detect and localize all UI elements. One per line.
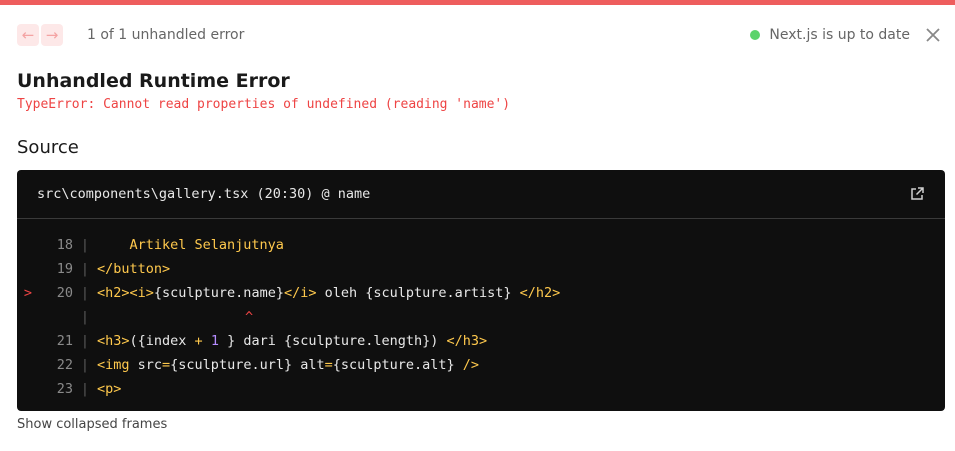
code-text: } dari {sculpture.length}) — [218, 333, 447, 349]
external-link-icon — [911, 187, 924, 200]
next-error-button[interactable]: → — [41, 24, 63, 46]
code-line: 22 | <img src = {sculpture.url} alt = {sculp… — [17, 353, 945, 377]
close-icon — [926, 28, 940, 42]
code-text: <h3> — [97, 333, 130, 349]
line-number: 23 — [56, 381, 73, 397]
open-in-editor-button[interactable] — [909, 186, 925, 202]
overlay-header: ← → 1 of 1 unhandled error Next.js is up… — [17, 23, 943, 47]
code-text: + — [194, 333, 203, 349]
code-text: </i> — [283, 285, 317, 301]
gutter-bar: | — [80, 357, 90, 373]
code-text: 1 — [202, 333, 219, 349]
prev-error-button[interactable]: ← — [17, 24, 39, 46]
code-line: 18 | Artikel Selanjutnya — [17, 233, 945, 257]
code-text: {sculpture.url} alt — [170, 357, 325, 373]
error-pagination: ← → — [17, 24, 63, 46]
code-text: = — [324, 357, 333, 373]
show-collapsed-frames-button[interactable]: Show collapsed frames — [17, 417, 167, 432]
code-line: 21 | <h3> ({index + 1 } dari {sculpture.l… — [17, 329, 945, 353]
code-line: 19 | </button> — [17, 257, 945, 281]
gutter-bar: | — [80, 381, 90, 397]
code-text: src — [137, 357, 163, 373]
code-frame: src\components\gallery.tsx (20:30) @ nam… — [17, 170, 945, 411]
error-message: TypeError: Cannot read properties of und… — [17, 97, 511, 112]
arrow-left-icon: ← — [21, 26, 35, 44]
gutter-bar: | — [80, 237, 90, 253]
accent-bar — [0, 0, 955, 5]
status-dot — [750, 30, 761, 40]
code-lines: 18 | Artikel Selanjutnya 19 | </button> … — [17, 219, 945, 401]
code-text: {sculpture.alt} — [332, 357, 463, 373]
line-number: 22 — [56, 357, 73, 373]
error-caret: ^ — [245, 309, 254, 325]
code-text: {sculpture.name} — [153, 285, 284, 301]
source-file-path[interactable]: src\components\gallery.tsx (20:30) @ nam… — [37, 186, 909, 202]
line-number: 20 — [56, 285, 73, 301]
gutter-bar: | — [80, 309, 90, 325]
code-text: <h2><i> — [97, 285, 154, 301]
error-line-marker: > — [23, 285, 33, 301]
arrow-right-icon: → — [45, 26, 59, 44]
error-title: Unhandled Runtime Error — [17, 70, 290, 92]
code-text: </h2> — [519, 285, 561, 301]
close-button[interactable] — [923, 25, 943, 45]
code-text: <img — [97, 357, 138, 373]
code-line: 23 | <p> — [17, 377, 945, 401]
code-text: </h3> — [446, 333, 488, 349]
code-text: /> — [462, 357, 480, 373]
code-text: <p> — [97, 381, 122, 397]
gutter-bar: | — [80, 261, 90, 277]
code-text: = — [162, 357, 171, 373]
error-overlay: ← → 1 of 1 unhandled error Next.js is up… — [0, 0, 955, 451]
code-text: ({index — [129, 333, 195, 349]
line-number: 19 — [56, 261, 73, 277]
error-count: 1 of 1 unhandled error — [87, 27, 245, 43]
code-frame-header: src\components\gallery.tsx (20:30) @ nam… — [17, 170, 945, 219]
gutter-bar: | — [80, 285, 90, 301]
version-status: Next.js is up to date — [750, 27, 910, 43]
error-caret-line: | ^ — [17, 305, 945, 329]
code-text: </button> — [97, 261, 171, 277]
code-line-highlighted: > 20 | <h2><i> {sculpture.name} </i> oleh … — [17, 281, 945, 305]
source-heading: Source — [17, 137, 79, 158]
code-text: oleh {sculpture.artist} — [316, 285, 520, 301]
code-text: Artikel Selanjutnya — [97, 237, 284, 253]
status-label: Next.js is up to date — [769, 27, 910, 43]
line-number: 18 — [56, 237, 73, 253]
line-number: 21 — [56, 333, 73, 349]
gutter-bar: | — [80, 333, 90, 349]
